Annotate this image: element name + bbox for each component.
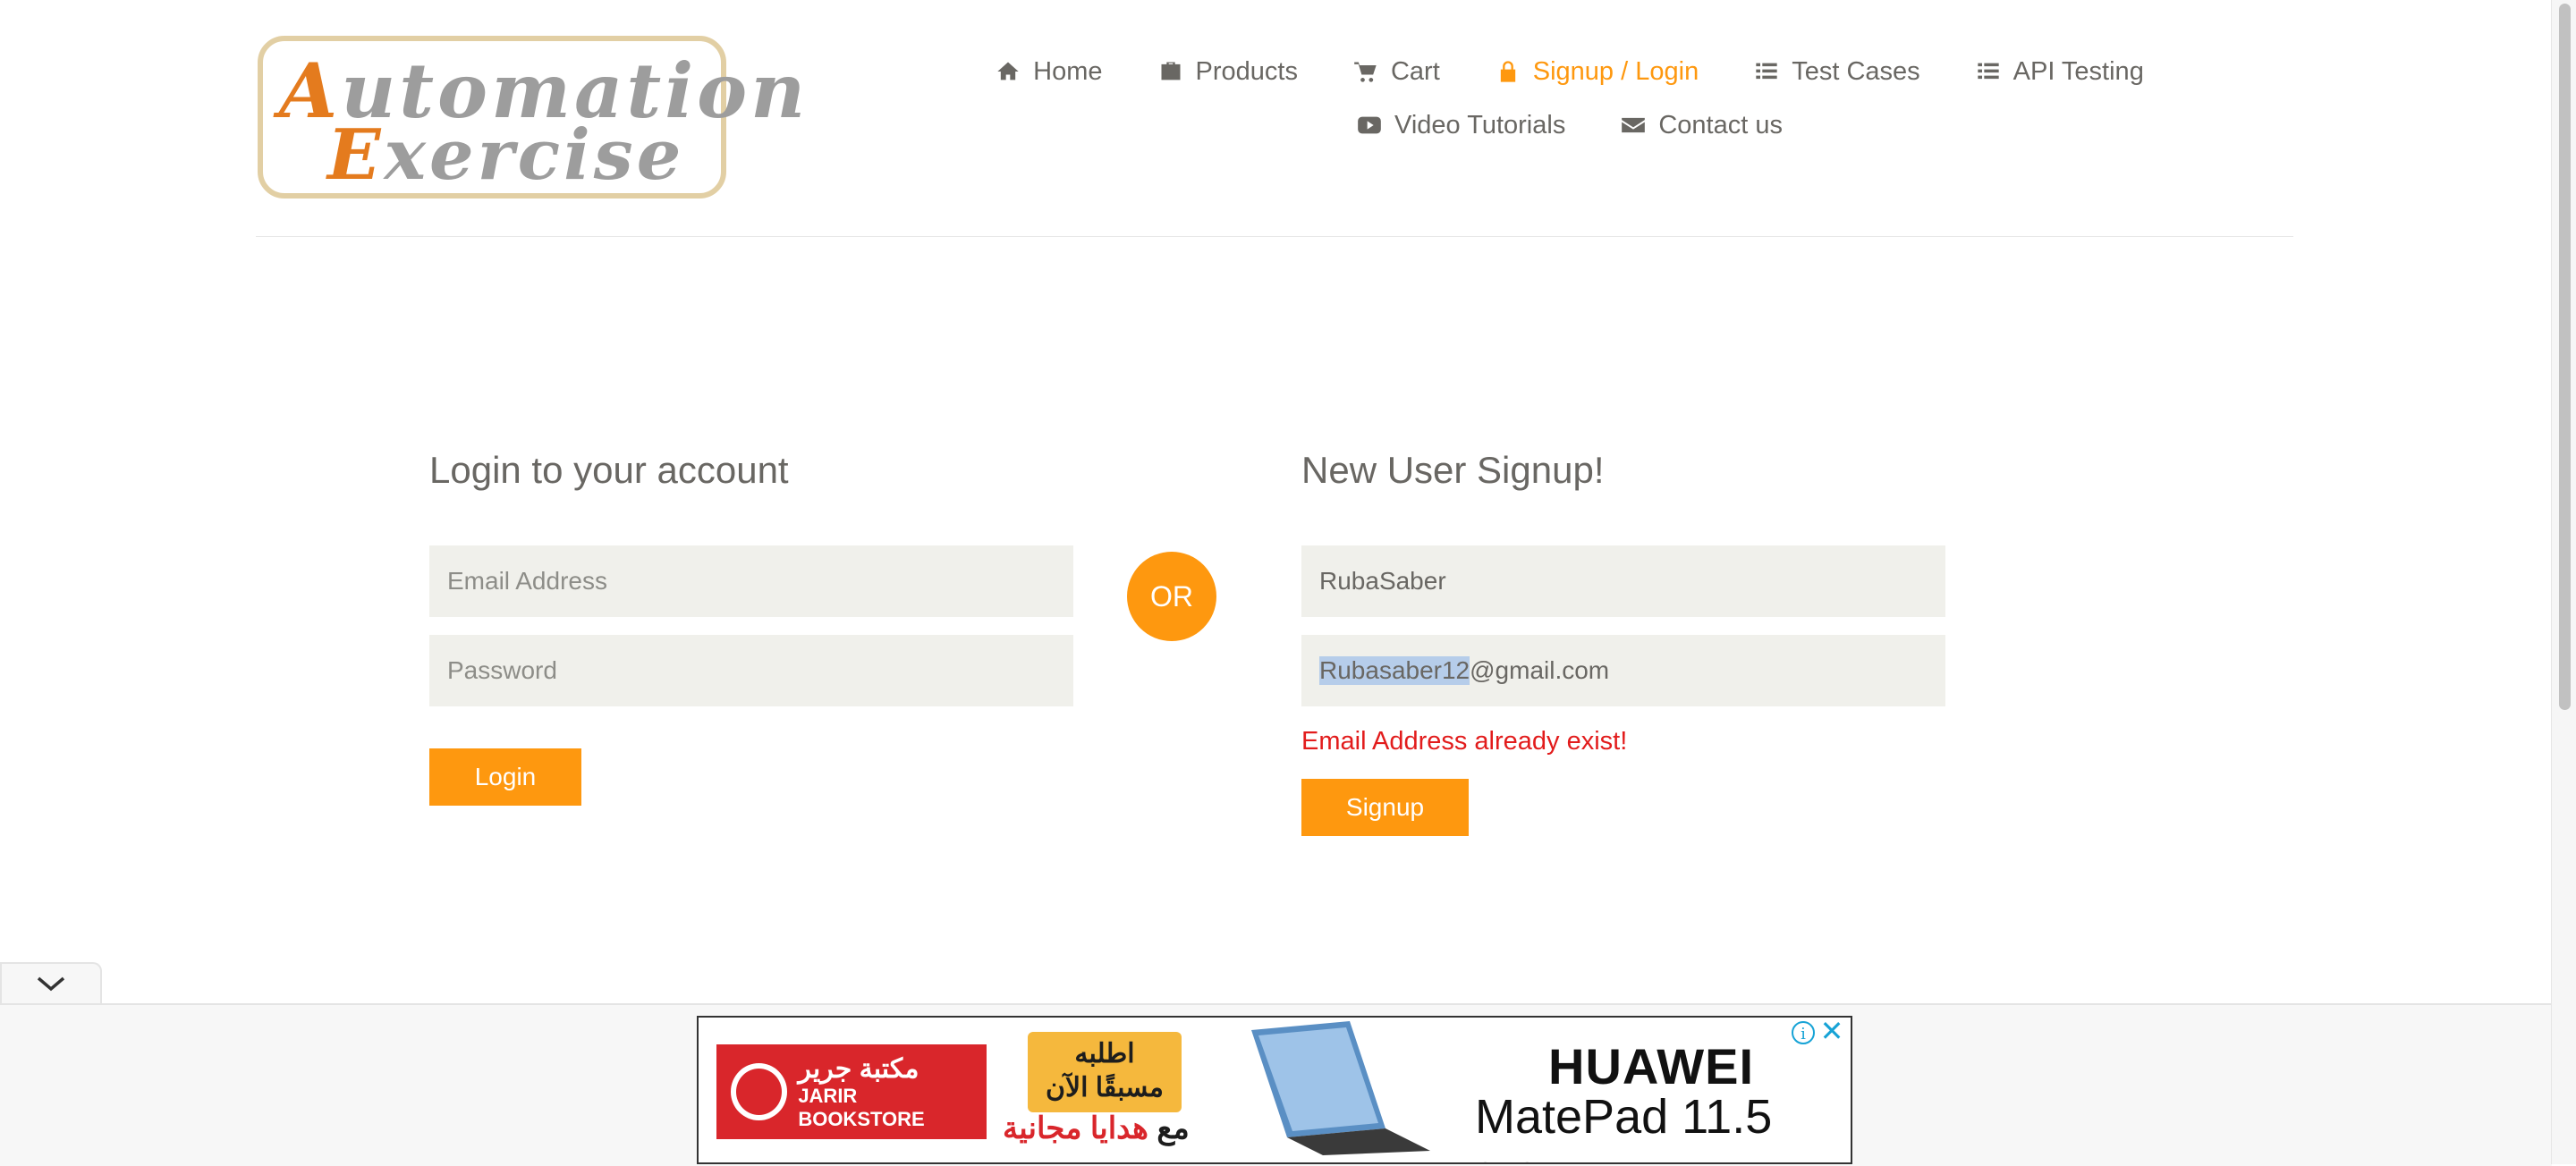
nav-home-label: Home <box>1033 56 1103 86</box>
signup-email-selected-text: Rubasaber12 <box>1319 656 1470 685</box>
signup-name-input[interactable]: RubaSaber <box>1301 545 1945 617</box>
nav-cart[interactable]: Cart <box>1353 57 1440 87</box>
lock-icon <box>1500 61 1515 82</box>
list-icon <box>1756 63 1777 80</box>
nav-test-cases[interactable]: Test Cases <box>1754 56 1920 87</box>
youtube-play-icon <box>1358 116 1381 134</box>
nav-home[interactable]: Home <box>996 56 1103 87</box>
signup-email-input[interactable]: Rubasaber12 @gmail.com <box>1301 635 1945 706</box>
nav-cart-label: Cart <box>1390 56 1440 86</box>
ad-banner[interactable]: مكتبة جرير JARIR BOOKSTORE اطلبه مسبقًا … <box>697 1016 1852 1164</box>
cart-icon <box>1354 62 1377 82</box>
nav-api-testing-label: API Testing <box>2012 56 2144 86</box>
ad-collapse-tab[interactable] <box>0 962 102 1003</box>
ad-preorder-cta[interactable]: اطلبه مسبقًا الآن <box>1028 1032 1182 1112</box>
logo-line-2: Exercise <box>327 114 685 196</box>
nav-video-tutorials-label: Video Tutorials <box>1394 110 1566 139</box>
ad-jarir-arabic: مكتبة جرير <box>798 1053 919 1084</box>
login-title: Login to your account <box>429 449 789 491</box>
jarir-logo-icon <box>731 1063 788 1120</box>
ad-jarir-text: مكتبة جرير JARIR BOOKSTORE <box>798 1053 987 1131</box>
ad-cta-line-2: مسبقًا الآن <box>1045 1073 1164 1103</box>
signup-email-rest-text: @gmail.com <box>1470 656 1610 684</box>
nav-row-1: Home Products Cart Signup / Login Test C… <box>975 52 2165 91</box>
page: Automation Exercise Home Products Cart S… <box>0 0 2552 1166</box>
chevron-down-icon <box>37 976 65 992</box>
ad-brand: HUAWEI <box>1548 1038 1754 1094</box>
nav-contact-us[interactable]: Contact us <box>1621 111 1783 140</box>
login-password-input[interactable] <box>429 635 1073 706</box>
ad-cta-line-1: اطلبه <box>1074 1039 1135 1069</box>
nav-signup-login-label: Signup / Login <box>1532 56 1699 86</box>
signup-title: New User Signup! <box>1301 449 1605 491</box>
ad-model: MatePad 11.5 2025 <box>1475 1089 1851 1162</box>
ad-model-year: 2025 <box>1475 1154 1558 1162</box>
page-scrollbar[interactable] <box>2551 0 2576 1164</box>
nav-row-2: Video Tutorials Contact us <box>975 106 2165 145</box>
nav-signup-login[interactable]: Signup / Login <box>1496 57 1699 87</box>
site-logo[interactable]: Automation Exercise <box>258 36 805 199</box>
nav-products[interactable]: Products <box>1158 57 1298 87</box>
nav-contact-us-label: Contact us <box>1658 110 1783 139</box>
ad-close-icon[interactable]: ✕ <box>1818 1018 1845 1045</box>
nav-products-label: Products <box>1195 56 1298 86</box>
login-button[interactable]: Login <box>429 748 581 806</box>
ad-jarir-logo: مكتبة جرير JARIR BOOKSTORE <box>716 1044 987 1139</box>
briefcase-icon <box>1161 62 1181 80</box>
header-divider <box>256 236 2293 237</box>
list-icon <box>1977 63 1999 80</box>
signup-name-value: RubaSaber <box>1319 567 1446 595</box>
scrollbar-thumb[interactable] <box>2559 4 2571 710</box>
ad-gift-text: مع هدايا مجانية <box>1003 1111 1190 1146</box>
tablet-image-icon <box>1251 1021 1430 1155</box>
home-icon <box>997 62 1019 80</box>
nav-api-testing[interactable]: API Testing <box>1976 57 2144 87</box>
signup-button[interactable]: Signup <box>1301 779 1469 836</box>
signup-error-message: Email Address already exist! <box>1301 727 1628 756</box>
nav-video-tutorials[interactable]: Video Tutorials <box>1357 111 1565 140</box>
ad-gift-prefix: مع <box>1157 1111 1190 1145</box>
ad-gift-free: هدايا مجانية <box>1003 1111 1148 1145</box>
or-divider: OR <box>1127 552 1216 641</box>
envelope-icon <box>1622 117 1646 133</box>
ad-info-icon[interactable]: i <box>1792 1021 1815 1044</box>
login-email-input[interactable] <box>429 545 1073 617</box>
main-nav: Home Products Cart Signup / Login Test C… <box>975 52 2165 145</box>
ad-model-name: MatePad 11.5 <box>1475 1090 1773 1144</box>
ad-jarir-english: JARIR BOOKSTORE <box>798 1084 925 1130</box>
nav-test-cases-label: Test Cases <box>1792 56 1920 86</box>
